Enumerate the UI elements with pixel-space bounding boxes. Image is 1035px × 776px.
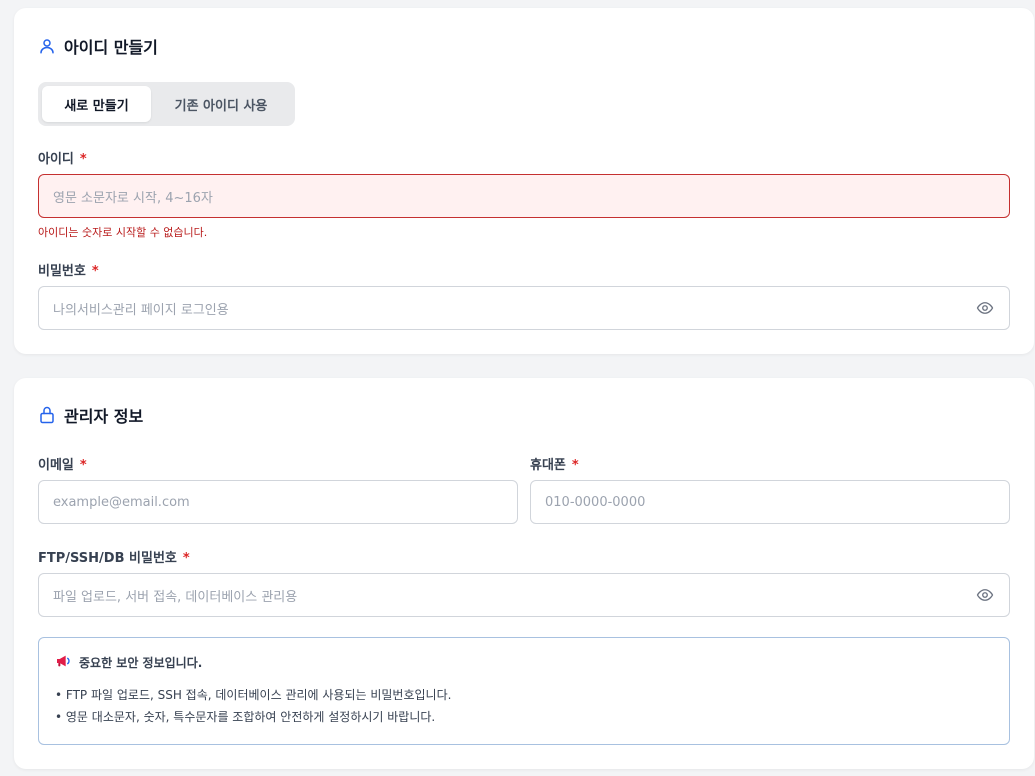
admin-section-title: 관리자 정보 xyxy=(38,403,143,427)
tab-existing-id[interactable]: 기존 아이디 사용 xyxy=(151,86,291,122)
id-mode-toggle: 새로 만들기 기존 아이디 사용 xyxy=(38,82,295,126)
user-icon xyxy=(38,37,56,55)
email-input[interactable]: example@email.com xyxy=(38,480,518,524)
security-notice: 중요한 보안 정보입니다. • FTP 파일 업로드, SSH 접속, 데이터베… xyxy=(38,637,1010,745)
eye-icon[interactable] xyxy=(975,585,995,605)
id-input-placeholder: 영문 소문자로 시작, 4~16자 xyxy=(53,190,213,206)
id-label: 아이디 * xyxy=(38,148,87,167)
password-input[interactable]: 나의서비스관리 페이지 로그인용 xyxy=(38,286,1010,330)
tab-new-id[interactable]: 새로 만들기 xyxy=(42,86,151,122)
password-label: 비밀번호 * xyxy=(38,260,99,279)
required-mark: * xyxy=(79,458,87,473)
ftp-password-input-placeholder: 파일 업로드, 서버 접속, 데이터베이스 관리용 xyxy=(53,589,298,605)
eye-icon[interactable] xyxy=(975,298,995,318)
account-section-title: 아이디 만들기 xyxy=(38,34,158,58)
id-label-text: 아이디 xyxy=(38,152,74,167)
security-notice-line: • 영문 대소문자, 숫자, 특수문자를 조합하여 안전하게 설정하시기 바랍니… xyxy=(55,710,436,724)
account-section-card: 아이디 만들기 새로 만들기 기존 아이디 사용 아이디 * 영문 소문자로 시작… xyxy=(14,8,1034,354)
id-input[interactable]: 영문 소문자로 시작, 4~16자 xyxy=(38,174,1010,218)
phone-input-placeholder: 010-0000-0000 xyxy=(545,494,646,510)
admin-section-card: 관리자 정보 이메일 * example@email.com 휴대폰 * 010-0… xyxy=(14,378,1034,769)
security-notice-line: • FTP 파일 업로드, SSH 접속, 데이터베이스 관리에 사용되는 비밀… xyxy=(55,688,452,702)
id-error-message: 아이디는 숫자로 시작할 수 없습니다. xyxy=(38,226,208,239)
phone-label-text: 휴대폰 xyxy=(530,458,566,473)
phone-input[interactable]: 010-0000-0000 xyxy=(530,480,1010,524)
password-label-text: 비밀번호 xyxy=(38,264,86,279)
required-mark: * xyxy=(182,551,190,566)
security-notice-title-text: 중요한 보안 정보입니다. xyxy=(79,656,203,670)
security-notice-title: 중요한 보안 정보입니다. xyxy=(55,654,993,671)
ftp-password-input[interactable]: 파일 업로드, 서버 접속, 데이터베이스 관리용 xyxy=(38,573,1010,617)
ftp-password-label-text: FTP/SSH/DB 비밀번호 xyxy=(38,551,177,566)
required-mark: * xyxy=(79,152,87,167)
email-label: 이메일 * xyxy=(38,454,87,473)
required-mark: * xyxy=(571,458,579,473)
megaphone-icon xyxy=(55,654,71,671)
ftp-password-label: FTP/SSH/DB 비밀번호 * xyxy=(38,547,190,566)
required-mark: * xyxy=(91,264,99,279)
account-section-title-text: 아이디 만들기 xyxy=(64,38,158,57)
lock-icon xyxy=(38,405,56,425)
email-label-text: 이메일 xyxy=(38,458,74,473)
email-input-placeholder: example@email.com xyxy=(53,494,190,510)
phone-label: 휴대폰 * xyxy=(530,454,579,473)
admin-section-title-text: 관리자 정보 xyxy=(64,407,144,426)
password-input-placeholder: 나의서비스관리 페이지 로그인용 xyxy=(53,302,229,318)
